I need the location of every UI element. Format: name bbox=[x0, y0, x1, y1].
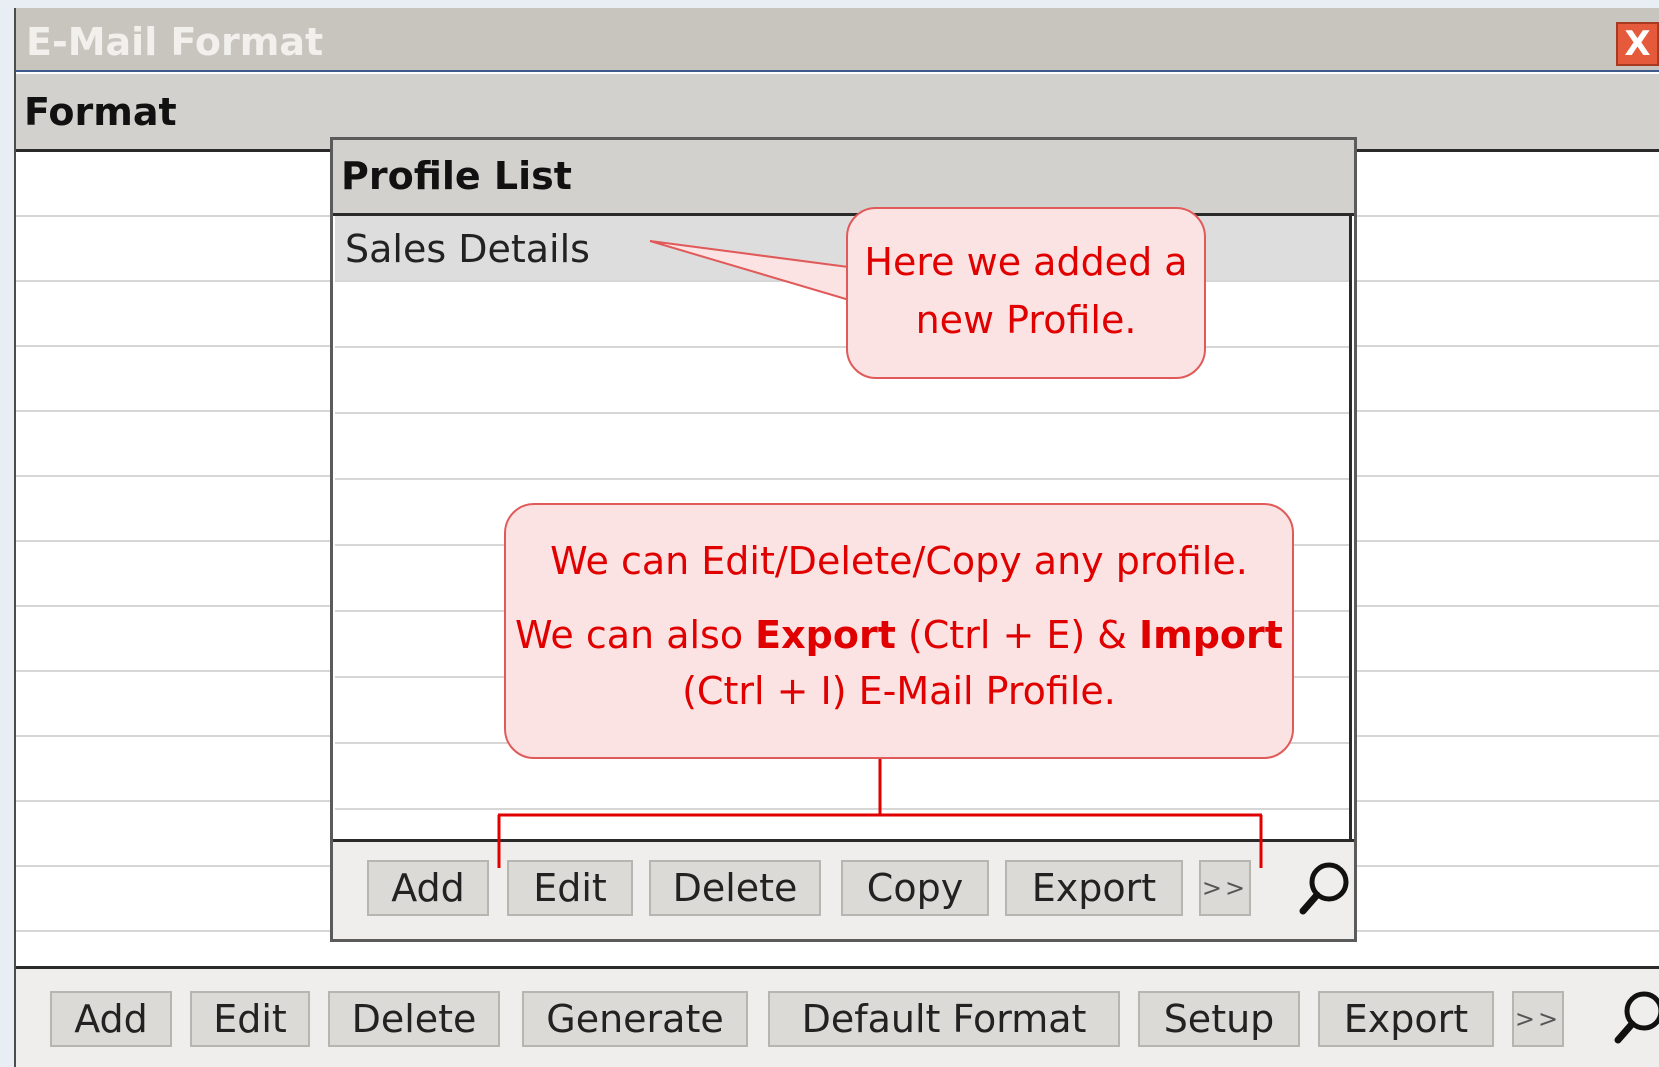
export-button[interactable]: Export bbox=[1318, 991, 1494, 1047]
default-format-button[interactable]: Default Format bbox=[768, 991, 1120, 1047]
profile-more-button[interactable]: >> bbox=[1199, 860, 1251, 916]
profile-export-button[interactable]: Export bbox=[1005, 860, 1183, 916]
setup-button[interactable]: Setup bbox=[1138, 991, 1300, 1047]
callout-text-line: We can also Export (Ctrl + E) & Import bbox=[506, 607, 1292, 663]
actions-callout: We can Edit/Delete/Copy any profile. We … bbox=[504, 503, 1294, 759]
add-button[interactable]: Add bbox=[50, 991, 172, 1047]
profile-edit-button[interactable]: Edit bbox=[507, 860, 633, 916]
callout-import-keyword: Import bbox=[1139, 613, 1283, 657]
profile-list-title: Profile List bbox=[341, 154, 572, 198]
edit-button[interactable]: Edit bbox=[190, 991, 310, 1047]
format-panel-title: Format bbox=[24, 90, 177, 134]
desktop-strip-top bbox=[0, 0, 1659, 8]
new-profile-callout: Here we added a new Profile. bbox=[846, 207, 1206, 379]
generate-button[interactable]: Generate bbox=[522, 991, 748, 1047]
more-button[interactable]: >> bbox=[1512, 991, 1564, 1047]
profile-add-button[interactable]: Add bbox=[367, 860, 489, 916]
profile-list-header: Profile List bbox=[333, 140, 1354, 216]
callout-text-line: (Ctrl + I) E-Mail Profile. bbox=[682, 669, 1116, 713]
desktop-strip-left bbox=[0, 0, 14, 1067]
profile-toolbar: Add Edit Delete Copy Export >> bbox=[333, 839, 1354, 939]
format-toolbar: Add Edit Delete Generate Default Format … bbox=[16, 966, 1659, 1067]
magnifier-icon[interactable] bbox=[1297, 858, 1349, 918]
profile-copy-button[interactable]: Copy bbox=[841, 860, 989, 916]
window-title: E-Mail Format bbox=[26, 20, 324, 64]
callout-text-part: We can also bbox=[515, 613, 756, 657]
list-item[interactable] bbox=[335, 414, 1349, 480]
callout-text-line: Here we added a bbox=[864, 240, 1188, 284]
magnifier-icon[interactable] bbox=[1612, 987, 1659, 1047]
profile-delete-button[interactable]: Delete bbox=[649, 860, 821, 916]
delete-button[interactable]: Delete bbox=[328, 991, 500, 1047]
title-bar: E-Mail Format bbox=[16, 8, 1659, 72]
callout-text-line: We can Edit/Delete/Copy any profile. bbox=[550, 539, 1248, 583]
callout-text-line: new Profile. bbox=[915, 298, 1137, 342]
callout-export-keyword: Export bbox=[755, 613, 896, 657]
callout-text-part: (Ctrl + E) & bbox=[895, 613, 1139, 657]
close-button[interactable]: X bbox=[1616, 22, 1659, 66]
